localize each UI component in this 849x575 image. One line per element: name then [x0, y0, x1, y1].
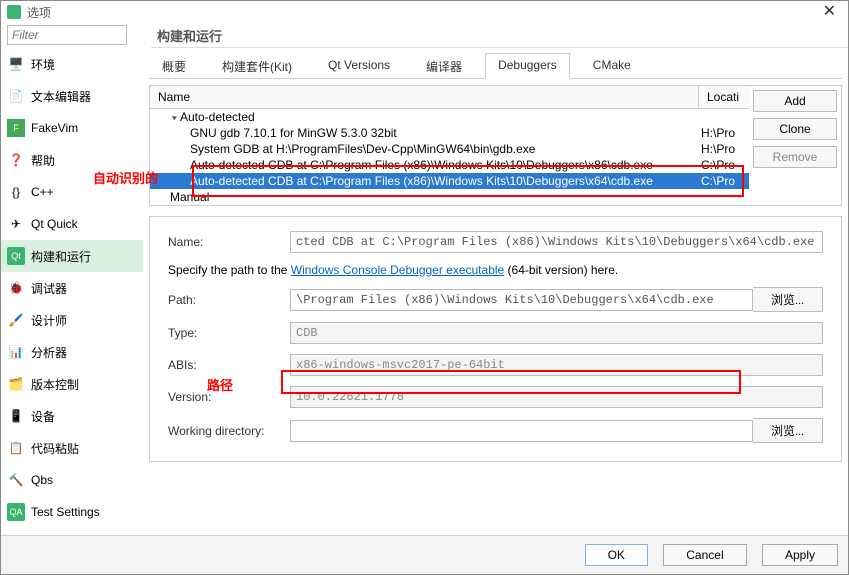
wd-label: Working directory:: [168, 424, 290, 438]
cancel-button[interactable]: Cancel: [663, 544, 746, 566]
sidebar-item-label: 代码粘贴: [31, 440, 79, 457]
type-label: Type:: [168, 326, 290, 340]
abis-label: ABIs:: [168, 358, 290, 372]
tab-kits[interactable]: 构建套件(Kit): [209, 53, 305, 79]
app-icon: [7, 5, 21, 19]
sidebar-item-label: 帮助: [31, 152, 55, 169]
sidebar-item-editor[interactable]: 📄 文本编辑器: [1, 80, 143, 112]
sidebar-item-label: 版本控制: [31, 376, 79, 393]
table-row[interactable]: System GDB at H:\ProgramFiles\Dev-Cpp\Mi…: [150, 141, 749, 157]
sidebar-item-label: C++: [31, 185, 54, 199]
sidebar-item-label: Test Settings: [31, 505, 100, 519]
sidebar-item-buildrun[interactable]: Qt 构建和运行: [1, 240, 143, 272]
sidebar-item-label: 设计师: [31, 312, 67, 329]
sidebar-item-debugger[interactable]: 🐞 调试器: [1, 272, 143, 304]
tab-qtversions[interactable]: Qt Versions: [315, 53, 403, 79]
tabs: 概要 构建套件(Kit) Qt Versions 编译器 Debuggers C…: [149, 52, 842, 79]
path-field[interactable]: [290, 289, 753, 311]
sidebar-item-fakevim[interactable]: F FakeVim: [1, 112, 143, 144]
remove-button[interactable]: Remove: [753, 146, 837, 168]
sidebar-item-label: FakeVim: [31, 121, 78, 135]
sidebar-item-test[interactable]: QA Test Settings: [1, 496, 143, 528]
hint-text: Specify the path to the: [168, 263, 291, 277]
sidebar-item-label: Qt Quick: [31, 217, 78, 231]
braces-icon: {}: [7, 183, 25, 201]
fake-icon: F: [7, 119, 25, 137]
table-row[interactable]: Auto-detected CDB at C:\Program Files (x…: [150, 173, 749, 189]
paste-icon: 📋: [7, 439, 25, 457]
sidebar-item-label: 环境: [31, 56, 55, 73]
table-row[interactable]: Auto-detected CDB at C:\Program Files (x…: [150, 157, 749, 173]
sidebar-item-qtquick[interactable]: ✈ Qt Quick: [1, 208, 143, 240]
sidebar-item-label: 文本编辑器: [31, 88, 91, 105]
doc-icon: 📄: [7, 87, 25, 105]
sidebar-item-label: 调试器: [31, 280, 67, 297]
version-field: [290, 386, 823, 408]
folder-icon: 🗂️: [7, 375, 25, 393]
name-field[interactable]: [290, 231, 823, 253]
close-icon[interactable]: ✕: [817, 5, 842, 19]
column-location[interactable]: Locati: [699, 86, 749, 108]
sidebar-item-vcs[interactable]: 🗂️ 版本控制: [1, 368, 143, 400]
monitor-icon: 🖥️: [7, 55, 25, 73]
filter-input[interactable]: [7, 25, 127, 45]
tab-cmake[interactable]: CMake: [580, 53, 644, 79]
plane-icon: ✈: [7, 215, 25, 233]
sidebar-item-label: 构建和运行: [31, 248, 91, 265]
device-icon: 📱: [7, 407, 25, 425]
sidebar-item-label: Qbs: [31, 473, 53, 487]
annotation-auto: 自动识别的: [93, 168, 158, 187]
sidebar: 🖥️ 环境 📄 文本编辑器 F FakeVim ❓ 帮助 {} C++ ✈ Qt Quick…: [1, 48, 143, 538]
clone-button[interactable]: Clone: [753, 118, 837, 140]
tab-debuggers[interactable]: Debuggers: [485, 53, 570, 79]
hint-text: (64-bit version) here.: [504, 263, 618, 277]
caret-icon[interactable]: [170, 110, 180, 124]
type-field: [290, 322, 823, 344]
annotation-path: 路径: [207, 375, 233, 394]
wd-field[interactable]: [290, 420, 753, 442]
sidebar-item-paste[interactable]: 📋 代码粘贴: [1, 432, 143, 464]
table-row[interactable]: Auto-detected: [150, 109, 749, 125]
qa-icon: QA: [7, 503, 25, 521]
debuggers-tree[interactable]: Name Locati Auto-detected GNU gdb 7.10.1…: [150, 86, 749, 205]
browse-button[interactable]: 浏览...: [753, 418, 823, 443]
page-title: 构建和运行: [157, 26, 222, 45]
sidebar-item-label: 设备: [31, 408, 55, 425]
sidebar-item-devices[interactable]: 📱 设备: [1, 400, 143, 432]
tab-compilers[interactable]: 编译器: [413, 53, 475, 79]
help-icon: ❓: [7, 151, 25, 169]
bug-icon: 🐞: [7, 279, 25, 297]
apply-button[interactable]: Apply: [762, 544, 838, 566]
table-row[interactable]: Manual: [150, 189, 749, 205]
add-button[interactable]: Add: [753, 90, 837, 112]
chart-icon: 📊: [7, 343, 25, 361]
path-label: Path:: [168, 293, 290, 307]
wcde-link[interactable]: Windows Console Debugger executable: [291, 263, 504, 277]
sidebar-item-qbs[interactable]: 🔨 Qbs: [1, 464, 143, 496]
qt-icon: Qt: [7, 247, 25, 265]
tab-overview[interactable]: 概要: [149, 53, 199, 79]
sidebar-item-designer[interactable]: 🖌️ 设计师: [1, 304, 143, 336]
detail-panel: Name: Specify the path to the Windows Co…: [149, 216, 842, 462]
browse-button[interactable]: 浏览...: [753, 287, 823, 312]
window-title: 选项: [27, 4, 51, 21]
sidebar-item-label: 分析器: [31, 344, 67, 361]
abis-field: [290, 354, 823, 376]
name-label: Name:: [168, 235, 290, 249]
sidebar-item-analyzer[interactable]: 📊 分析器: [1, 336, 143, 368]
ok-button[interactable]: OK: [585, 544, 648, 566]
table-row[interactable]: GNU gdb 7.10.1 for MinGW 5.3.0 32bitH:\P…: [150, 125, 749, 141]
sidebar-item-env[interactable]: 🖥️ 环境: [1, 48, 143, 80]
column-name[interactable]: Name: [150, 86, 699, 108]
hammer-icon: 🔨: [7, 471, 25, 489]
brush-icon: 🖌️: [7, 311, 25, 329]
